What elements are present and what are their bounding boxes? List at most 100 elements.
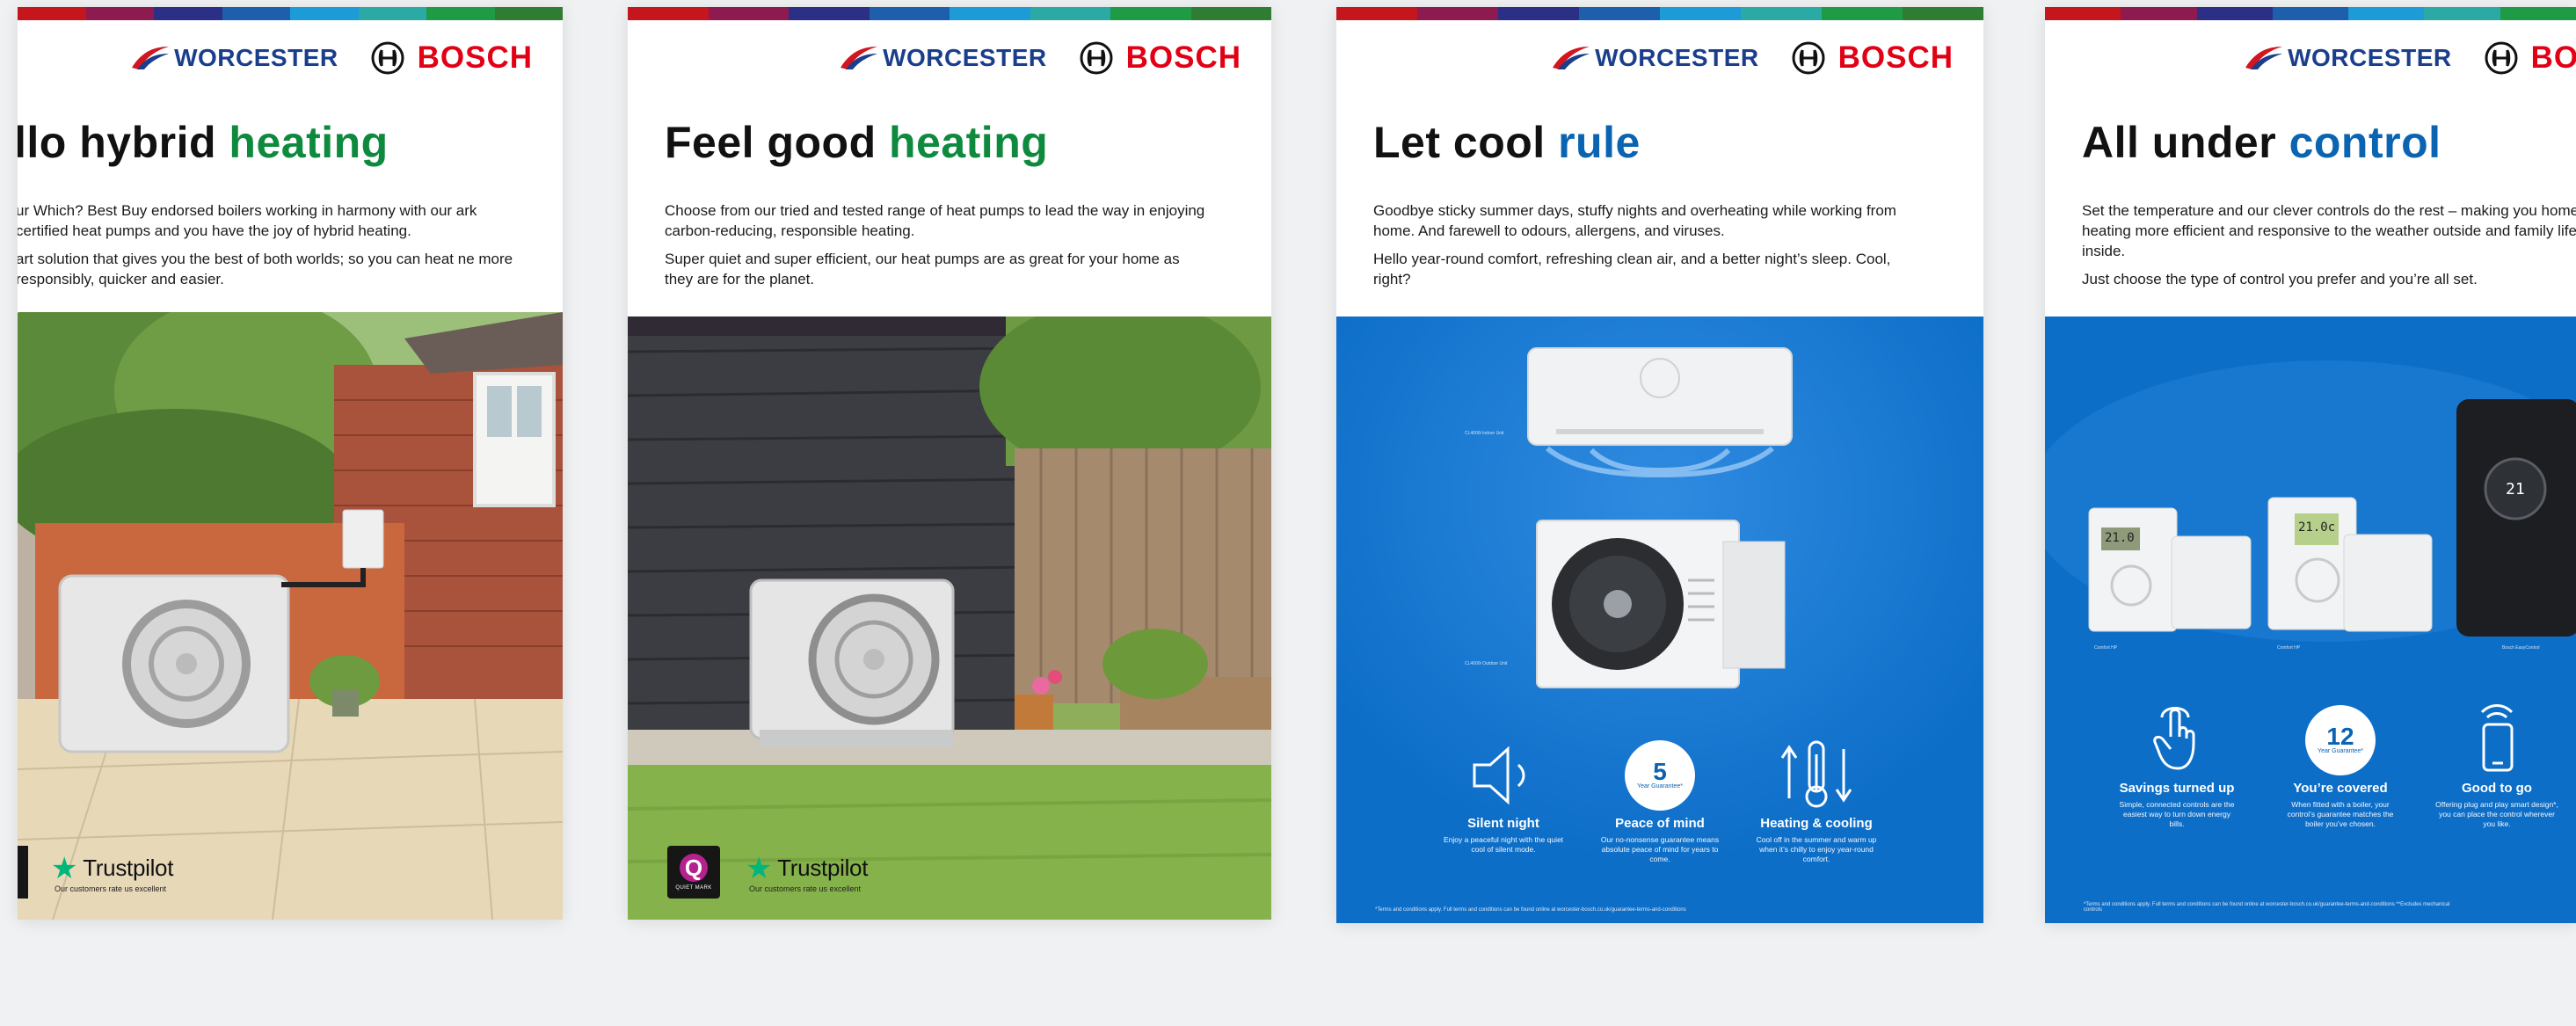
card-heading: Feel good heating [665, 118, 1049, 167]
quiet-mark-q-icon: Q [680, 854, 708, 882]
card-body-text: ur Which? Best Buy endorsed boilers work… [18, 200, 526, 297]
touch-hand-icon [2153, 707, 2195, 770]
worcester-swoosh-icon [132, 47, 170, 69]
footnote: *Terms and conditions apply. Full terms … [1375, 907, 1686, 913]
brochure-card-let-cool-rule[interactable]: WORCESTER BOSCH Let cool rule Goodbye st… [1336, 7, 1983, 923]
worcester-logo: WORCESTER [1551, 43, 1759, 73]
trustpilot-star-icon: ★ [746, 851, 773, 885]
speaker-icon [1473, 746, 1525, 805]
feature-description: Enjoy a peaceful night with the quiet co… [1443, 835, 1564, 854]
brand-logos: WORCESTER BOSCH [1551, 40, 1954, 76]
feature-description: Cool off in the summer and warm up when … [1756, 835, 1877, 863]
worcester-swoosh-icon [840, 47, 878, 69]
color-stripe [18, 7, 563, 20]
paragraph: Just choose the type of control you pref… [2082, 271, 2478, 287]
brand-logos: WORCESTER BOSCH [2244, 40, 2576, 76]
patio-heat-pump-photo: Q QUIET MARK ★ Trustpilot Our customers r… [628, 317, 1271, 920]
smart-control-display: 21 [2506, 480, 2525, 498]
worcester-swoosh-icon [1553, 47, 1590, 69]
device-label: Comfort HP [2094, 645, 2118, 651]
thermostat-display: 21.0 [2105, 531, 2135, 545]
feature-good-to-go: Good to go Offering plug and play smart … [2418, 695, 2576, 829]
card-body-text: Choose from our tried and tested range o… [665, 200, 1210, 297]
trustpilot-wordmark: Trustpilot [83, 855, 174, 881]
paragraph: Super quiet and super efficient, our hea… [665, 251, 1180, 287]
card-heading: llo hybrid heating [18, 118, 389, 167]
feature-title: Savings turned up [2119, 781, 2235, 796]
paragraph: Hello year-round comfort, refreshing cle… [1373, 251, 1891, 287]
worcester-logo: WORCESTER [130, 43, 338, 73]
trustpilot-badge: ★ Trustpilot Our customers rate us excell… [51, 851, 174, 894]
trustpilot-badge: ★ Trustpilot Our customers rate us excell… [746, 851, 869, 894]
feature-heating-cooling: Heating & cooling Cool off in the summer… [1737, 730, 1896, 864]
paragraph: Goodbye sticky summer days, stuffy night… [1373, 202, 1896, 239]
quiet-mark-badge: Q QUIET MARK [667, 846, 720, 899]
feature-peace-of-mind: 5 Year Guarantee* Peace of mind Our no-no… [1581, 730, 1739, 864]
bosch-logo: BOSCH [1079, 40, 1241, 76]
page-left-edge [0, 0, 18, 1026]
guarantee-badge: 5 Year Guarantee* [1625, 740, 1695, 811]
paragraph: Set the temperature and our clever contr… [2082, 202, 2576, 259]
footnote: *Terms and conditions apply. Full terms … [2084, 902, 2450, 913]
worcester-logo: WORCESTER [2244, 43, 2452, 73]
bosch-armature-icon [1792, 41, 1825, 75]
brochure-card-feel-good[interactable]: WORCESTER BOSCH Feel good heating Choose… [628, 7, 1271, 920]
trustpilot-caption: Our customers rate us excellent [55, 884, 167, 893]
paragraph: ur Which? Best Buy endorsed boilers work… [18, 202, 477, 239]
bosch-logo: BOSCH [2484, 40, 2576, 76]
trustpilot-wordmark: Trustpilot [777, 855, 869, 881]
bosch-armature-icon [371, 41, 404, 75]
card-body-text: Set the temperature and our clever contr… [2082, 200, 2576, 297]
brand-logos: WORCESTER BOSCH [130, 40, 533, 76]
quiet-mark-label: QUIET MARK [675, 885, 712, 891]
trustpilot-star-icon: ★ [51, 851, 78, 885]
trustpilot-caption: Our customers rate us excellent [749, 884, 862, 893]
feature-description: Our no-nonsense guarantee means absolute… [1600, 835, 1720, 863]
device-label: Bosch EasyControl [2502, 645, 2540, 651]
bosch-wordmark: BOSCH [417, 40, 533, 75]
bosch-armature-icon [2485, 41, 2518, 75]
feature-title: Peace of mind [1615, 816, 1705, 831]
color-stripe [1336, 7, 1983, 20]
worcester-wordmark: WORCESTER [883, 44, 1047, 71]
brand-logos: WORCESTER BOSCH [839, 40, 1241, 76]
thermometer-arrows-icon [1780, 740, 1852, 808]
device-label: Comfort HP [2277, 645, 2301, 651]
bosch-armature-icon [1080, 41, 1113, 75]
guarantee-badge: 12 Year Guarantee* [2305, 705, 2376, 775]
bosch-wordmark: BOSCH [1125, 40, 1241, 75]
indoor-unit-label: CL4000i Indoor Unit [1465, 431, 1504, 436]
feature-title: You’re covered [2293, 781, 2388, 796]
feature-description: When fitted with a boiler, your control’… [2287, 800, 2394, 828]
color-stripe [628, 7, 1271, 20]
bosch-wordmark: BOSCH [2530, 40, 2576, 75]
worcester-wordmark: WORCESTER [1595, 44, 1759, 71]
brochure-card-all-under-control[interactable]: WORCESTER BOSCH All under control Set th… [2045, 7, 2576, 923]
color-stripe [2045, 7, 2576, 20]
feature-silent-night: Silent night Enjoy a peaceful night with… [1424, 730, 1583, 855]
paragraph: art solution that gives you the best of … [18, 251, 513, 287]
bosch-logo: BOSCH [1791, 40, 1954, 76]
outdoor-unit-label: CL4000i Outdoor Unit [1465, 661, 1508, 666]
worcester-wordmark: WORCESTER [2288, 44, 2452, 71]
feature-description: Offering plug and play smart design*, yo… [2435, 800, 2558, 828]
feature-youre-covered: 12 Year Guarantee* You’re covered When fi… [2261, 695, 2420, 829]
blue-controls-panel: 21.0 21.0c 21 Comfort HP Comfort HP Bosc… [2045, 317, 2576, 923]
bosch-wordmark: BOSCH [1837, 40, 1954, 75]
feature-savings-turned-up: Savings turned up Simple, connected cont… [2098, 695, 2256, 829]
worcester-swoosh-icon [2245, 47, 2283, 69]
worcester-wordmark: WORCESTER [174, 44, 338, 71]
smart-device-icon [2480, 704, 2514, 772]
garden-heat-pump-photo: ★ Trustpilot Our customers rate us excell… [18, 312, 563, 920]
worcester-logo: WORCESTER [839, 43, 1047, 73]
feature-title: Good to go [2462, 781, 2532, 796]
feature-description: Simple, connected controls are the easie… [2119, 800, 2235, 828]
feature-title: Silent night [1467, 816, 1539, 831]
blue-feature-panel: CL4000i Indoor Unit CL4000i Outdoor Unit… [1336, 317, 1983, 923]
paragraph: Choose from our tried and tested range o… [665, 202, 1205, 239]
bosch-logo: BOSCH [370, 40, 533, 76]
thermostat-display: 21.0c [2298, 520, 2336, 535]
card-heading: All under control [2082, 118, 2441, 167]
quiet-mark-fragment [18, 846, 28, 899]
brochure-card-hybrid[interactable]: WORCESTER BOSCH llo hybrid heating ur Wh… [18, 7, 563, 920]
